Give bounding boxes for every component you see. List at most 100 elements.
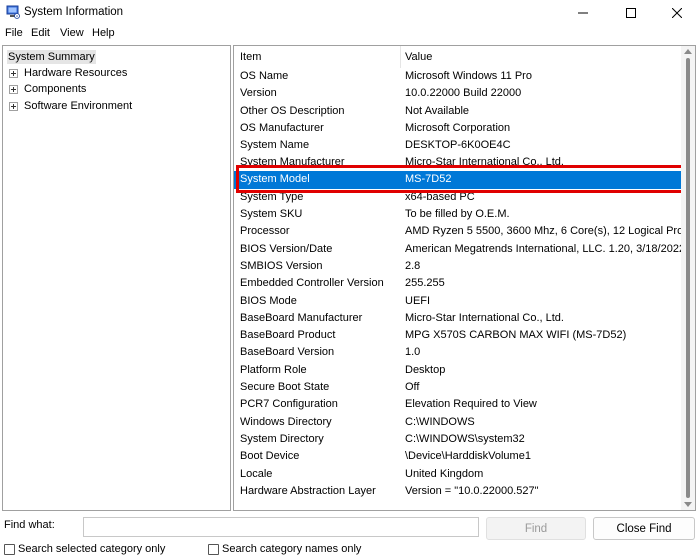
row-item: OS Manufacturer <box>240 121 324 134</box>
row-value: MPG X570S CARBON MAX WIFI (MS-7D52) <box>405 329 627 342</box>
close-icon <box>672 8 682 18</box>
row-item: System Type <box>240 190 304 203</box>
row-item: System Directory <box>240 432 324 445</box>
row-item: System Manufacturer <box>240 156 345 166</box>
table-row[interactable]: SMBIOS Version 2.8 <box>234 258 682 275</box>
tree-item-label: Components <box>24 83 87 95</box>
row-value: UEFI <box>405 294 431 307</box>
window-title: System Information <box>24 6 124 18</box>
category-tree[interactable]: System Summary Hardware Resources Compon… <box>2 45 231 511</box>
menu-bar: File Edit View Help <box>0 26 700 42</box>
scroll-down-icon[interactable] <box>684 502 692 507</box>
minimize-button[interactable] <box>560 0 606 26</box>
row-item: BaseBoard Product <box>240 329 336 342</box>
checkbox-label: Search category names only <box>222 543 362 555</box>
table-rows: OS Name Microsoft Windows 11 Pro Version 1… <box>234 68 682 500</box>
table-row[interactable]: BaseBoard Product MPG X570S CARBON MAX WI… <box>234 327 682 344</box>
row-value: DESKTOP-6K0OE4C <box>405 139 511 152</box>
row-value: Micro-Star International Co., Ltd. <box>405 311 564 324</box>
table-row[interactable]: System SKU To be filled by O.E.M. <box>234 206 682 223</box>
expand-icon[interactable] <box>9 69 18 78</box>
maximize-button[interactable] <box>608 0 654 26</box>
menu-edit[interactable]: Edit <box>31 27 50 39</box>
table-row[interactable]: System Directory C:\WINDOWS\system32 <box>234 431 682 448</box>
row-item: Boot Device <box>240 450 300 463</box>
table-row[interactable]: PCR7 Configuration Elevation Required to … <box>234 396 682 413</box>
find-what-input[interactable] <box>83 517 479 537</box>
row-item: BIOS Mode <box>240 294 297 307</box>
row-value: Version = "10.0.22000.527" <box>405 484 539 497</box>
table-row[interactable]: OS Manufacturer Microsoft Corporation <box>234 120 682 137</box>
row-value: AMD Ryzen 5 5500, 3600 Mhz, 6 Core(s), 1… <box>405 225 682 238</box>
maximize-icon <box>626 8 636 18</box>
row-item: BIOS Version/Date <box>240 242 333 255</box>
table-row[interactable]: System Name DESKTOP-6K0OE4C <box>234 137 682 154</box>
tree-item-system-summary[interactable]: System Summary <box>7 50 96 64</box>
table-row[interactable]: Secure Boot State Off <box>234 379 682 396</box>
close-window-button[interactable] <box>654 0 700 26</box>
table-row[interactable]: BIOS Version/Date American Megatrends Int… <box>234 241 682 258</box>
scroll-up-icon[interactable] <box>684 49 692 54</box>
table-row[interactable]: Locale United Kingdom <box>234 466 682 483</box>
checkbox-icon[interactable] <box>4 544 15 555</box>
table-row[interactable]: System Type x64-based PC <box>234 189 682 206</box>
row-value: \Device\HarddiskVolume1 <box>405 450 531 463</box>
scroll-thumb[interactable] <box>686 58 690 498</box>
table-row[interactable]: Hardware Abstraction Layer Version = "10.… <box>234 483 682 500</box>
row-item: Processor <box>240 225 290 238</box>
row-item: BaseBoard Manufacturer <box>240 311 363 324</box>
menu-view[interactable]: View <box>60 27 84 39</box>
row-value: C:\WINDOWS\system32 <box>405 432 525 445</box>
menu-file[interactable]: File <box>5 27 23 39</box>
row-item: PCR7 Configuration <box>240 398 338 411</box>
row-item: Locale <box>240 467 273 480</box>
row-value: American Megatrends International, LLC. … <box>405 242 682 255</box>
table-row[interactable]: System Manufacturer Micro-Star Internatio… <box>234 154 682 165</box>
table-row[interactable]: Processor AMD Ryzen 5 5500, 3600 Mhz, 6 C… <box>234 223 682 240</box>
table-row[interactable]: BIOS Mode UEFI <box>234 293 682 310</box>
table-row[interactable]: Version 10.0.22000 Build 22000 <box>234 85 682 102</box>
row-value: 10.0.22000 Build 22000 <box>405 87 522 100</box>
row-item: Windows Directory <box>240 415 332 428</box>
vertical-scrollbar[interactable] <box>681 46 695 510</box>
table-row[interactable]: Boot Device \Device\HarddiskVolume1 <box>234 448 682 465</box>
expand-icon[interactable] <box>9 85 18 94</box>
details-table[interactable]: Item Value OS Name Microsoft Windows 11 P… <box>233 45 696 511</box>
close-find-button[interactable]: Close Find <box>593 517 695 540</box>
row-value: 1.0 <box>405 346 421 359</box>
row-item: Platform Role <box>240 363 307 376</box>
row-item: System Model <box>240 173 310 186</box>
row-value: Not Available <box>405 104 470 117</box>
row-value: MS-7D52 <box>405 173 452 186</box>
tree-item-label: Hardware Resources <box>24 67 128 79</box>
row-value: Micro-Star International Co., Ltd. <box>405 156 564 166</box>
row-item: Embedded Controller Version <box>240 277 384 290</box>
table-row[interactable]: Other OS Description Not Available <box>234 103 682 120</box>
system-information-icon <box>6 5 20 19</box>
row-value: Off <box>405 381 420 394</box>
column-header-value[interactable]: Value <box>399 46 432 68</box>
menu-help[interactable]: Help <box>92 27 115 39</box>
table-row[interactable]: OS Name Microsoft Windows 11 Pro <box>234 68 682 85</box>
row-value: Elevation Required to View <box>405 398 537 411</box>
table-row[interactable]: Windows Directory C:\WINDOWS <box>234 414 682 431</box>
row-value: To be filled by O.E.M. <box>405 208 510 221</box>
table-row-selected[interactable]: System Model MS-7D52 <box>234 171 682 189</box>
row-item: Secure Boot State <box>240 381 330 394</box>
table-row[interactable]: Platform Role Desktop <box>234 362 682 379</box>
row-value: C:\WINDOWS <box>405 415 475 428</box>
table-row[interactable]: BaseBoard Manufacturer Micro-Star Interna… <box>234 310 682 327</box>
find-button[interactable]: Find <box>486 517 586 540</box>
row-item: Other OS Description <box>240 104 345 117</box>
row-value: Desktop <box>405 363 446 376</box>
table-row[interactable]: Embedded Controller Version 255.255 <box>234 275 682 292</box>
row-value: Microsoft Corporation <box>405 121 511 134</box>
row-item: System Name <box>240 139 310 152</box>
column-header-item[interactable]: Item <box>234 46 261 68</box>
table-row[interactable]: BaseBoard Version 1.0 <box>234 344 682 361</box>
close-find-button-label: Close Find <box>616 522 672 535</box>
expand-icon[interactable] <box>9 102 18 111</box>
checkbox-icon[interactable] <box>208 544 219 555</box>
row-item: System SKU <box>240 208 303 221</box>
minimize-icon <box>578 12 588 14</box>
